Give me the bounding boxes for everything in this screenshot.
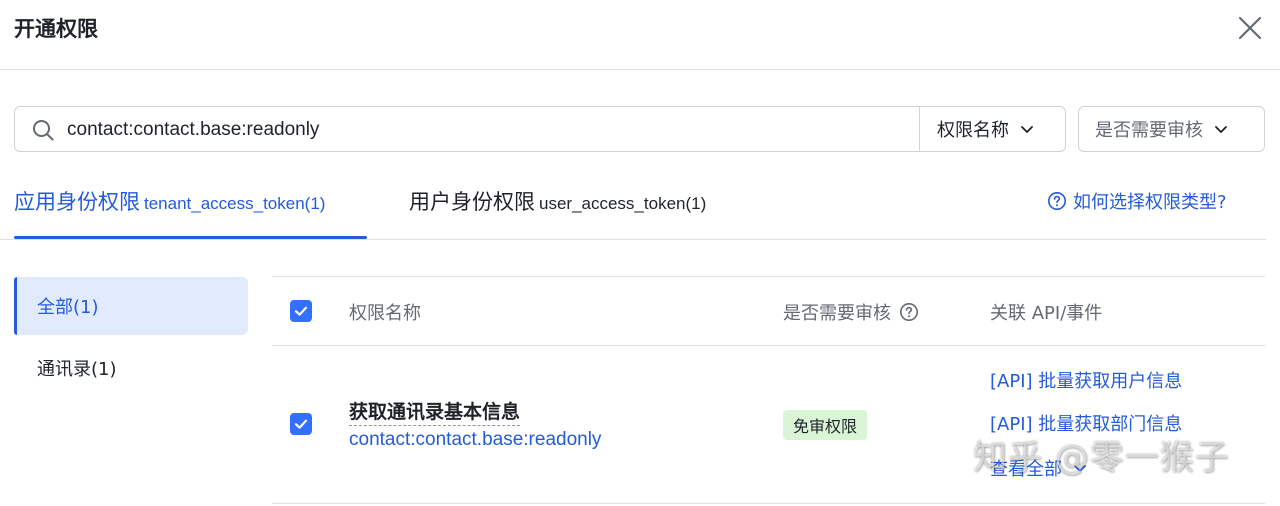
tab-app-identity-label: 应用身份权限 [14, 190, 140, 214]
column-header-related-label: 关联 API/事件 [990, 303, 1103, 324]
sidebar-item-contacts[interactable]: 通讯录(1) [14, 339, 248, 397]
question-circle-icon [1048, 192, 1066, 210]
review-filter[interactable]: 是否需要审核 [1078, 106, 1265, 152]
close-icon [1238, 16, 1262, 40]
identity-tabs: 应用身份权限 tenant_access_token(1) 用户身份权限 user_… [0, 186, 1266, 240]
check-icon [294, 419, 308, 429]
sidebar-item-label: 通讯录(1) [37, 359, 117, 380]
dialog-header: 开通权限 [0, 0, 1280, 70]
close-button[interactable] [1234, 12, 1266, 44]
column-header-review: 是否需要审核 [783, 299, 919, 325]
permission-type-help-link[interactable]: 如何选择权限类型? [1047, 188, 1227, 214]
permission-code: contact:contact.base:readonly [349, 429, 602, 450]
tab-user-identity-token: user_access_token(1) [539, 194, 707, 213]
table-row: 获取通讯录基本信息 contact:contact.base:readonly … [272, 346, 1265, 504]
column-header-name: 权限名称 [349, 299, 421, 325]
table-header: 权限名称 是否需要审核 关联 API/事件 [272, 276, 1265, 346]
column-header-review-label: 是否需要审核 [783, 303, 891, 324]
permission-name-filter[interactable]: 权限名称 [920, 107, 1066, 151]
row-checkbox[interactable] [290, 413, 312, 435]
active-tab-indicator [14, 236, 367, 239]
review-filter-label: 是否需要审核 [1095, 120, 1203, 141]
review-status-badge: 免审权限 [783, 410, 868, 440]
permission-name-filter-label: 权限名称 [937, 120, 1009, 141]
search-bar: 权限名称 [14, 106, 1066, 152]
select-all-checkbox[interactable] [290, 300, 312, 322]
sidebar-item-all[interactable]: 全部(1) [14, 277, 248, 335]
sidebar-item-label: 全部(1) [37, 297, 99, 318]
watermark: 知乎 @零一猴子 [973, 438, 1230, 478]
api-link-batch-users[interactable]: [API] 批量获取用户信息 [990, 367, 1182, 393]
search-icon [33, 120, 54, 141]
chevron-down-icon [1215, 126, 1227, 133]
tab-user-identity-label: 用户身份权限 [409, 190, 535, 214]
tab-app-identity[interactable]: 应用身份权限 tenant_access_token(1) [14, 186, 325, 240]
tab-app-identity-token: tenant_access_token(1) [144, 194, 326, 213]
permission-name[interactable]: 获取通讯录基本信息 [349, 397, 521, 426]
help-link-label: 如何选择权限类型? [1073, 192, 1227, 213]
column-header-name-label: 权限名称 [349, 303, 421, 324]
chevron-down-icon [1021, 126, 1033, 133]
dialog-title: 开通权限 [14, 17, 98, 41]
tab-user-identity[interactable]: 用户身份权限 user_access_token(1) [409, 186, 706, 240]
search-input[interactable] [67, 116, 907, 144]
column-header-related: 关联 API/事件 [990, 299, 1102, 325]
question-circle-icon[interactable] [899, 302, 919, 322]
check-icon [294, 306, 308, 316]
